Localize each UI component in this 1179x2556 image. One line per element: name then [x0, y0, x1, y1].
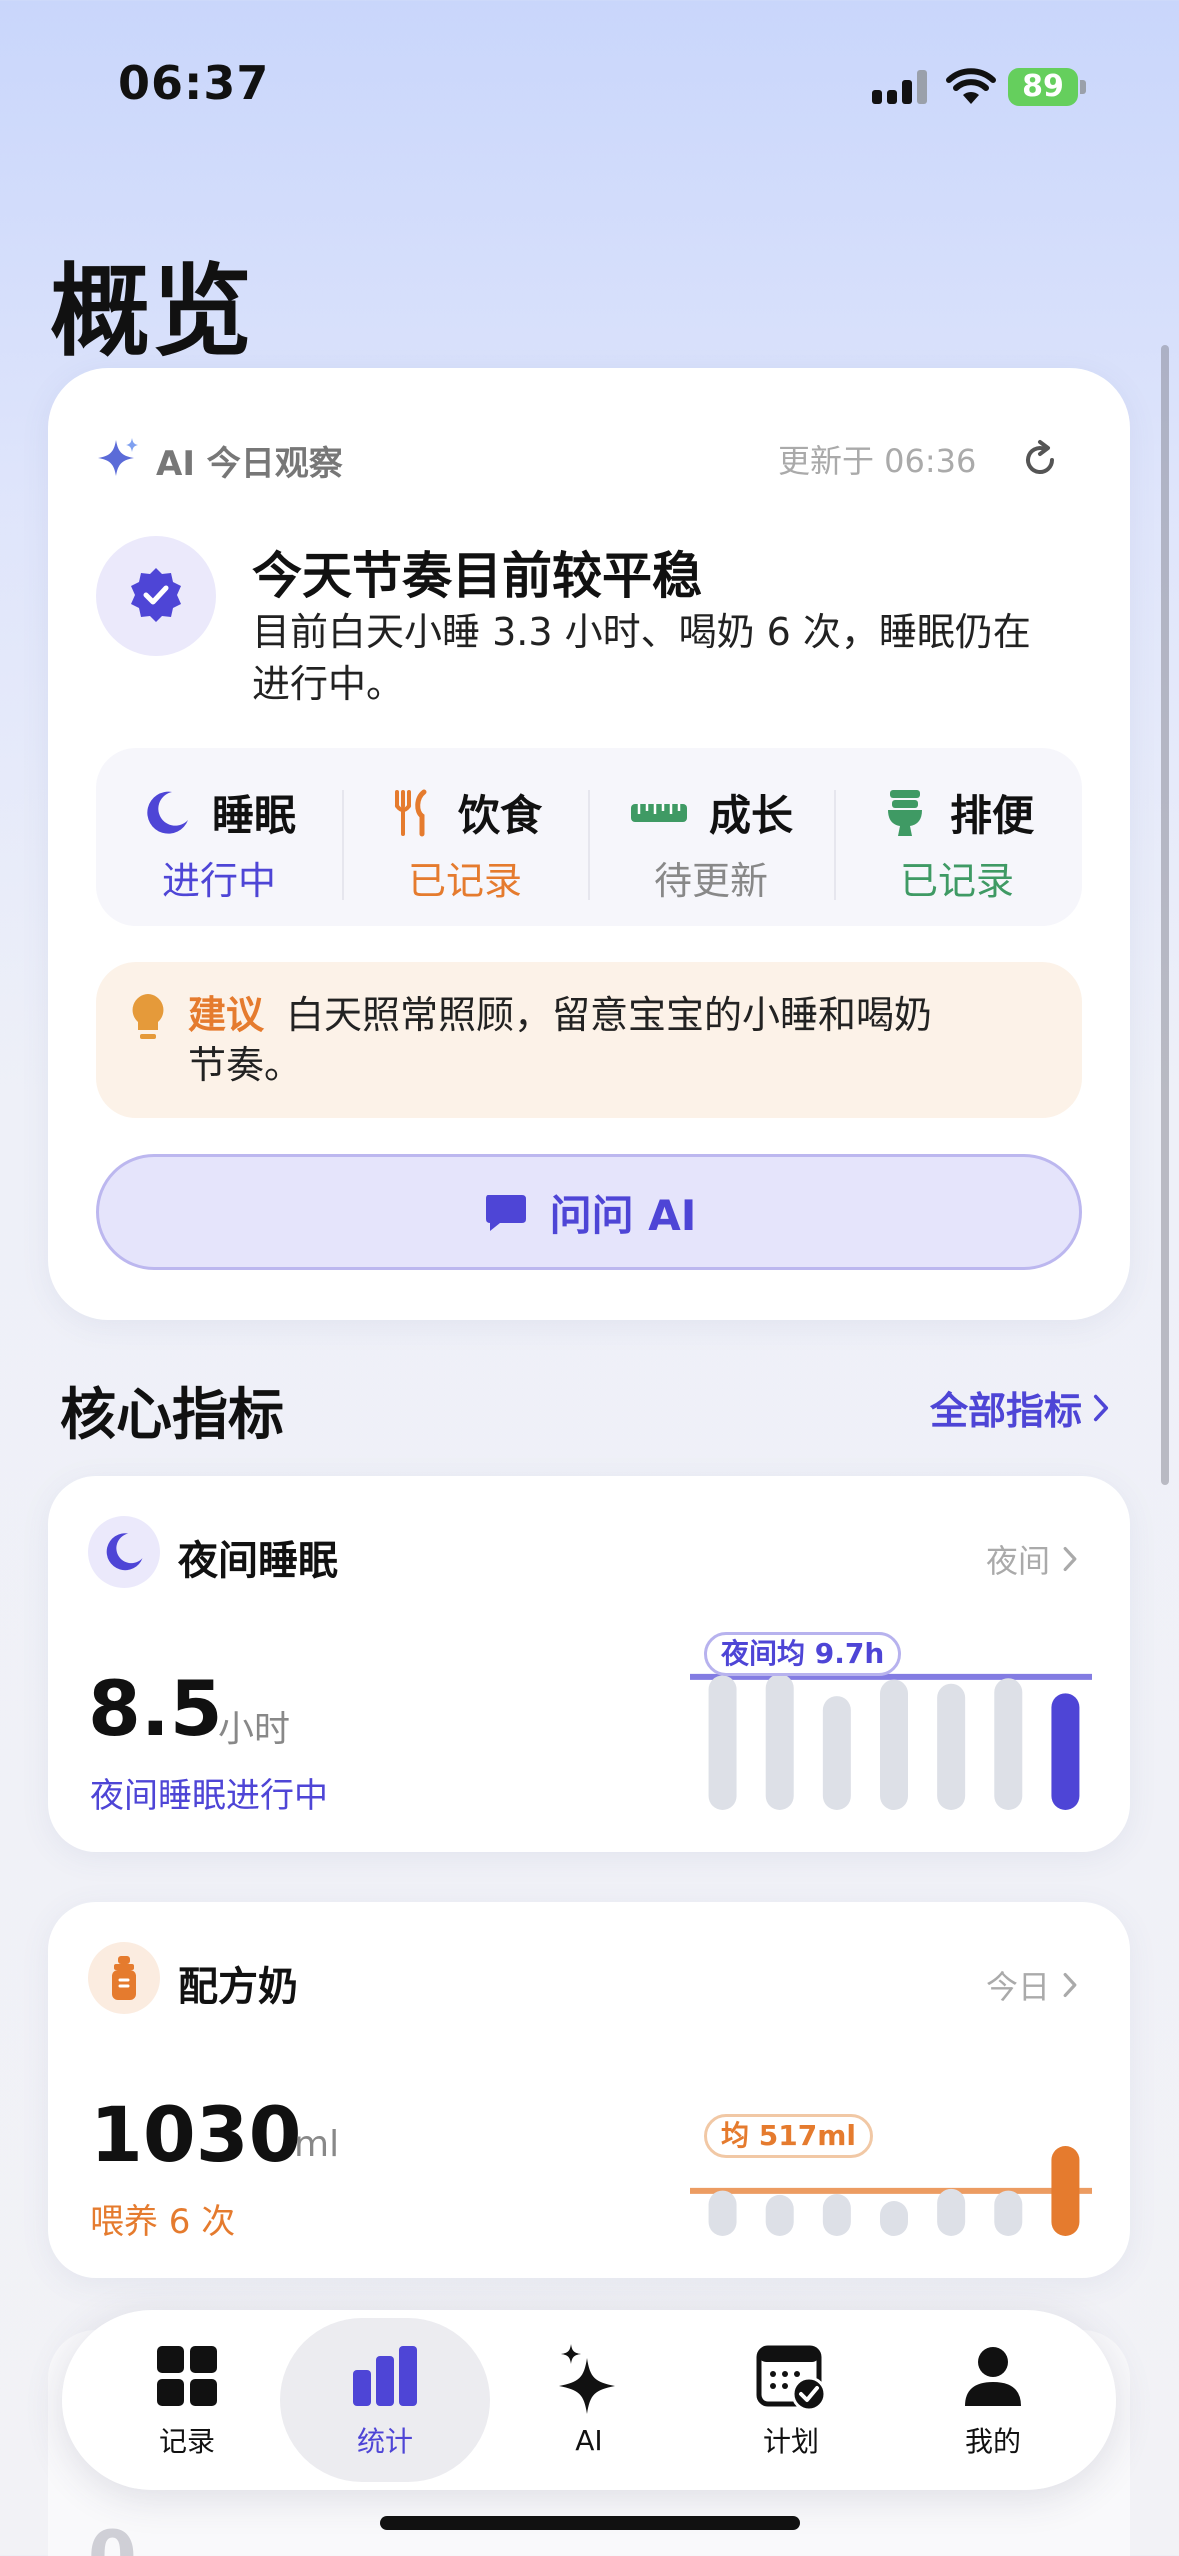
toilet-icon	[887, 789, 922, 836]
updated-time: 更新于 06:36	[778, 442, 977, 480]
sleep-bar	[1051, 1693, 1080, 1810]
stat-growth-label: 成长	[708, 791, 793, 840]
fork-knife-icon	[394, 789, 427, 836]
sleep-unit: 小时	[218, 1709, 291, 1750]
suggestion-label: 建议	[188, 993, 265, 1037]
sparkle-icon	[98, 438, 138, 476]
tab-profile-label: 我的	[964, 2425, 1021, 2458]
battery-icon: 89	[1008, 64, 1088, 108]
chevron-right-icon	[1093, 1394, 1109, 1421]
chevron-right-icon	[1063, 1547, 1077, 1571]
formula-bar	[994, 2190, 1023, 2236]
stat-food-value: 已记录	[407, 859, 522, 903]
tab-stats-label: 统计	[356, 2425, 413, 2458]
sleep-bar	[765, 1674, 794, 1810]
home-indicator	[380, 2516, 800, 2530]
page-title: 概览	[50, 253, 254, 370]
wifi-icon	[946, 68, 996, 104]
person-icon	[965, 2347, 1021, 2406]
verified-badge-icon	[131, 568, 181, 622]
status-time: 06:37	[118, 56, 270, 110]
stat-growth[interactable]: 成长 待更新	[588, 772, 834, 912]
moon-icon	[106, 1533, 143, 1571]
stat-sleep[interactable]: 睡眠 进行中	[96, 772, 342, 912]
stat-sleep-value: 进行中	[161, 859, 276, 903]
ask-ai-label: 问问 AI	[549, 1190, 697, 1240]
formula-bar	[880, 2201, 908, 2236]
formula-period[interactable]: 今日	[986, 1962, 1078, 2008]
stat-sleep-label: 睡眠	[211, 791, 296, 840]
formula-bar	[765, 2194, 794, 2236]
sleep-bar	[880, 1679, 908, 1810]
stat-poop[interactable]: 排便 已记录	[834, 772, 1080, 912]
formula-unit: ml	[294, 2124, 340, 2165]
formula-bar	[1051, 2146, 1080, 2236]
baby-bottle-icon	[112, 1956, 136, 2000]
sleep-sub: 夜间睡眠进行中	[90, 1776, 328, 1816]
cellular-signal-icon	[872, 70, 927, 104]
ai-headline: 今天节奏目前较平稳	[252, 547, 702, 605]
sleep-title: 夜间睡眠	[178, 1538, 338, 1584]
tab-ai[interactable]: AI	[484, 2318, 694, 2482]
tab-record-label: 记录	[158, 2425, 215, 2458]
bar-chart-icon	[353, 2346, 417, 2406]
stat-poop-value: 已记录	[899, 859, 1014, 903]
scrollbar[interactable]	[1161, 345, 1169, 1485]
stat-growth-value: 待更新	[653, 859, 768, 903]
sleep-bar	[822, 1696, 851, 1810]
sleep-bar	[937, 1683, 966, 1810]
sleep-bar	[994, 1678, 1023, 1810]
ai-card-label: AI 今日观察	[156, 444, 343, 484]
ruler-icon	[630, 803, 687, 822]
refresh-icon[interactable]	[1018, 438, 1062, 482]
tab-stats[interactable]: 统计	[280, 2318, 490, 2482]
sleep-avg-label: 夜间均 9.7h	[704, 1632, 902, 1676]
ask-ai-button[interactable]: 问问 AI	[96, 1154, 1082, 1270]
formula-bar	[822, 2194, 851, 2236]
chat-bubble-icon	[485, 1195, 526, 1231]
formula-sub: 喂养 6 次	[90, 2202, 236, 2242]
stat-food-label: 饮食	[457, 791, 542, 840]
sleep-value: 8.5	[88, 1664, 223, 1753]
formula-bar	[937, 2188, 966, 2236]
stat-food[interactable]: 饮食 已记录	[342, 772, 588, 912]
chevron-right-icon	[1063, 1973, 1077, 1997]
formula-value: 1030	[90, 2090, 302, 2179]
all-metrics-link[interactable]: 全部指标	[930, 1380, 1110, 1435]
sleep-period[interactable]: 夜间	[986, 1536, 1078, 1582]
formula-period-label: 今日	[986, 1968, 1051, 2006]
tab-plan[interactable]: 计划	[686, 2318, 896, 2482]
grid-icon	[157, 2346, 217, 2406]
sparkle-icon	[559, 2343, 615, 2414]
tab-record[interactable]: 记录	[82, 2318, 292, 2482]
sleep-bar	[708, 1675, 737, 1810]
battery-level: 89	[1008, 68, 1078, 106]
ai-summary: 目前白天小睡 3.3 小时、喝奶 6 次，睡眠仍在进行中。	[252, 610, 1031, 706]
sleep-period-label: 夜间	[986, 1542, 1051, 1580]
all-metrics-label: 全部指标	[930, 1389, 1083, 1433]
tab-ai-label: AI	[575, 2423, 603, 2457]
suggestion-text: 建议 白天照常照顾，留意宝宝的小睡和喝奶节奏。	[188, 990, 948, 1090]
formula-avg-label: 均 517ml	[704, 2114, 873, 2158]
suggestion-body: 白天照常照顾，留意宝宝的小睡和喝奶节奏。	[188, 993, 933, 1087]
next-metric-value: 0	[88, 2516, 137, 2556]
stat-poop-label: 排便	[949, 791, 1034, 840]
tab-plan-label: 计划	[762, 2425, 819, 2458]
formula-title: 配方奶	[178, 1964, 298, 2010]
lightbulb-icon	[132, 994, 164, 1039]
tab-profile[interactable]: 我的	[888, 2318, 1098, 2482]
moon-icon	[147, 791, 188, 834]
calendar-check-icon	[756, 2345, 827, 2412]
section-title: 核心指标	[60, 1383, 284, 1448]
formula-bar	[708, 2190, 737, 2236]
